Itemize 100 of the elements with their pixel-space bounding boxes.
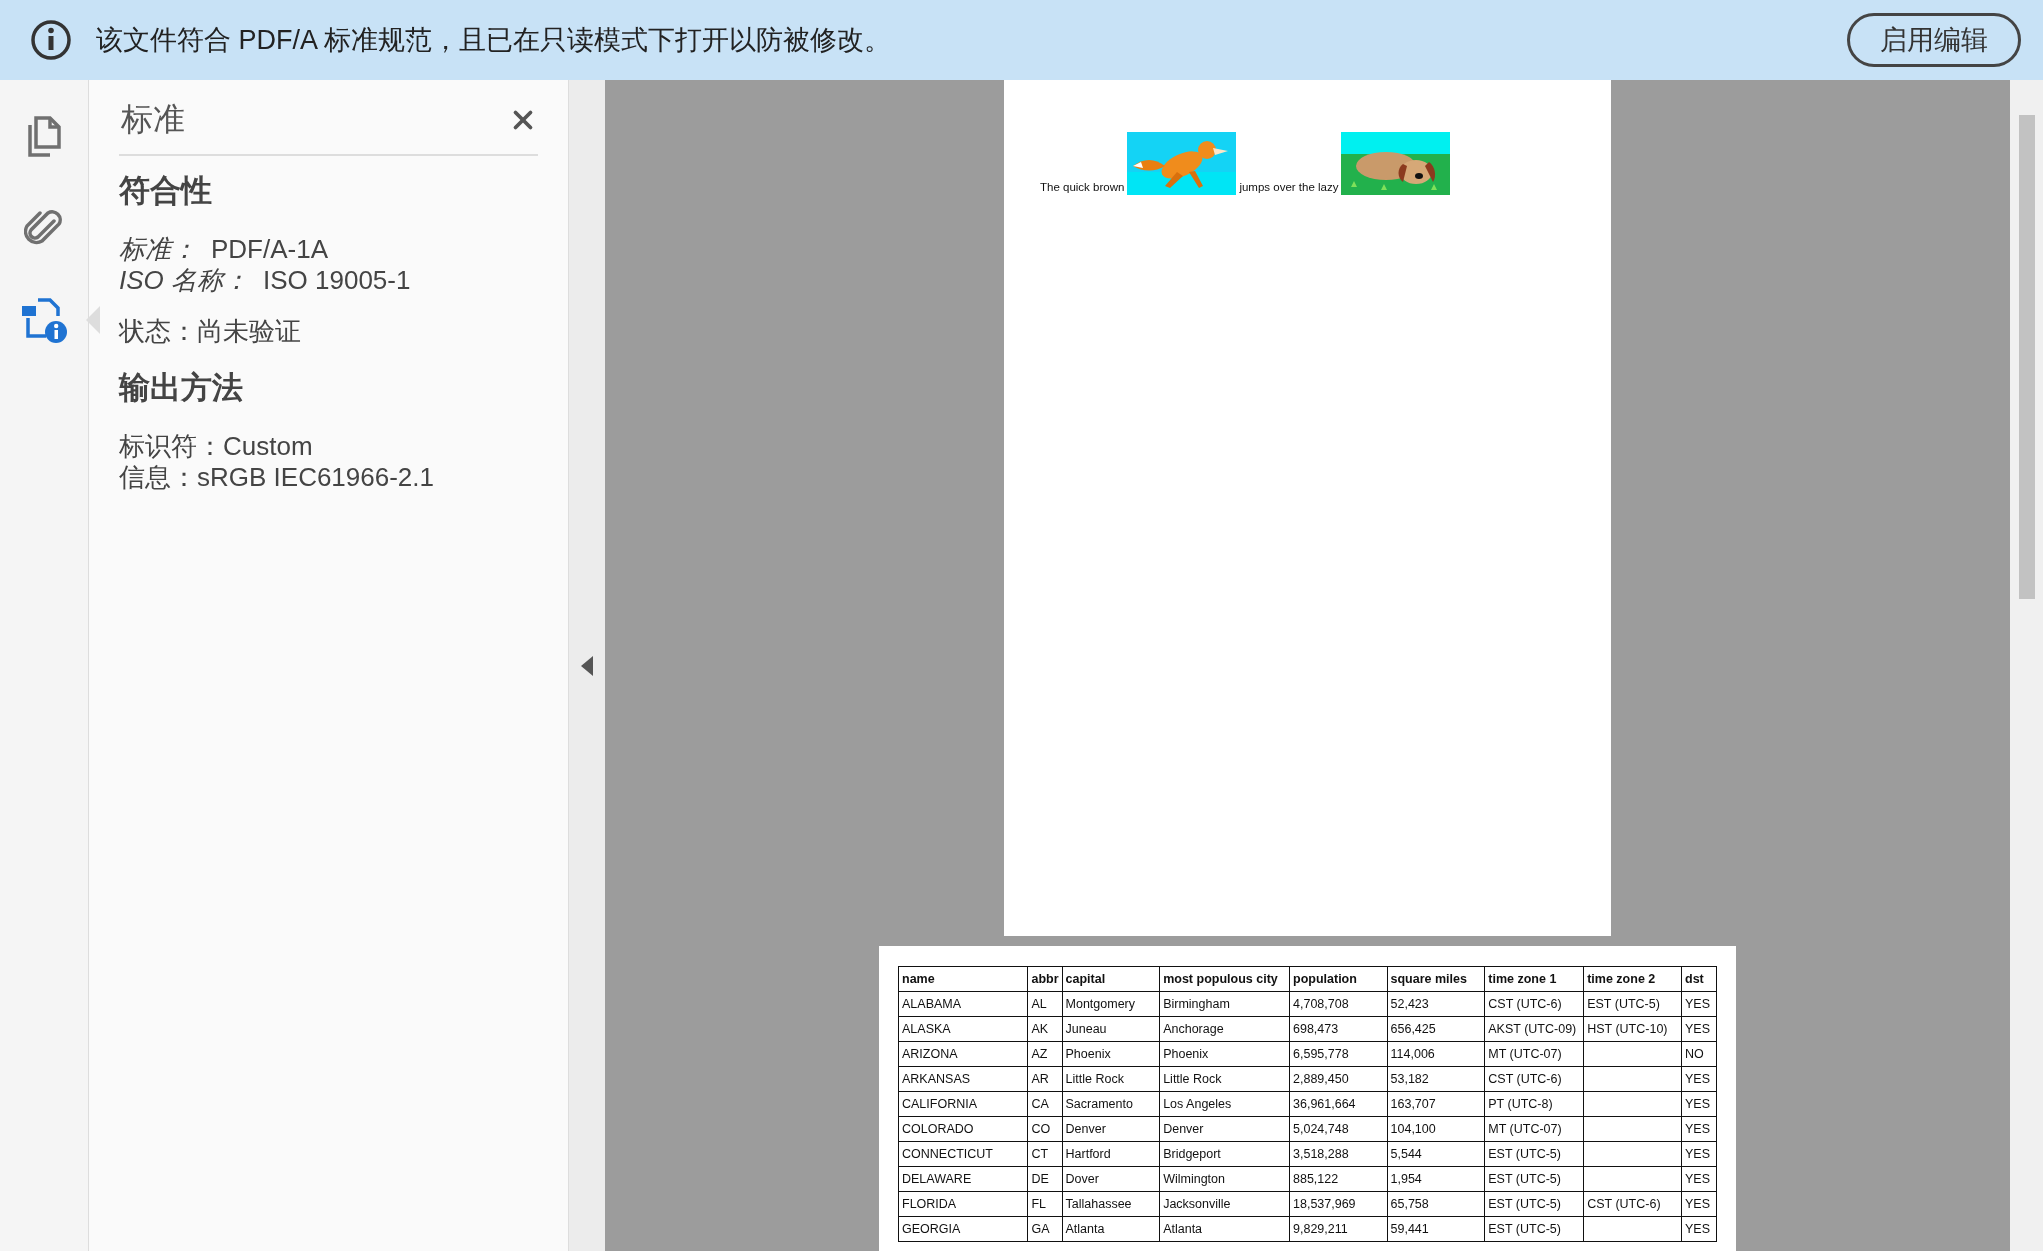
table-cell: YES [1681, 1091, 1717, 1117]
table-cell: Birmingham [1159, 991, 1290, 1017]
table-cell: MT (UTC-07) [1484, 1116, 1584, 1142]
table-cell: Los Angeles [1159, 1091, 1290, 1117]
table-cell: Montgomery [1062, 991, 1160, 1017]
table-cell: AZ [1027, 1041, 1063, 1067]
table-cell: 656,425 [1387, 1016, 1485, 1042]
table-cell: 4,708,708 [1289, 991, 1388, 1017]
table-cell: Phoenix [1159, 1041, 1290, 1067]
table-cell: HST (UTC-10) [1583, 1016, 1682, 1042]
column-header: square miles [1387, 966, 1485, 992]
table-cell: Atlanta [1159, 1216, 1290, 1242]
enable-editing-button[interactable]: 启用编辑 [1847, 13, 2021, 67]
table-cell: 53,182 [1387, 1066, 1485, 1092]
table-cell: 59,441 [1387, 1216, 1485, 1242]
table-cell: Dover [1062, 1166, 1160, 1192]
table-cell: Little Rock [1159, 1066, 1290, 1092]
column-header: capital [1062, 966, 1160, 992]
table-cell: Phoenix [1062, 1041, 1160, 1067]
table-cell: EST (UTC-5) [1484, 1216, 1584, 1242]
table-cell: GA [1027, 1216, 1063, 1242]
section-heading: 符合性 [119, 172, 213, 210]
column-header: time zone 1 [1484, 966, 1584, 992]
table-cell: 5,024,748 [1289, 1116, 1388, 1142]
table-cell: ARIZONA [898, 1041, 1028, 1067]
table-cell: Little Rock [1062, 1066, 1160, 1092]
table-cell: AKST (UTC-09) [1484, 1016, 1584, 1042]
table-cell: Hartford [1062, 1141, 1160, 1167]
table-cell: DELAWARE [898, 1166, 1028, 1192]
table-cell: CA [1027, 1091, 1063, 1117]
table-cell: Wilmington [1159, 1166, 1290, 1192]
document-text: The quick brown [1040, 181, 1125, 193]
property-label: 状态： [119, 316, 197, 347]
table-cell: PT (UTC-8) [1484, 1091, 1584, 1117]
table-cell: YES [1681, 1116, 1717, 1142]
column-header: abbr [1027, 966, 1063, 992]
table-cell: EST (UTC-5) [1484, 1166, 1584, 1192]
table-cell: 18,537,969 [1289, 1191, 1388, 1217]
table-cell: 5,544 [1387, 1141, 1485, 1167]
table-cell: EST (UTC-5) [1484, 1141, 1584, 1167]
scrollbar-thumb[interactable] [2018, 115, 2035, 599]
table-cell: 2,889,450 [1289, 1066, 1388, 1092]
scrollbar[interactable] [2010, 80, 2043, 1251]
table-cell: FL [1027, 1191, 1063, 1217]
table-cell: GEORGIA [898, 1216, 1028, 1242]
table-cell: YES [1681, 991, 1717, 1017]
table-cell: Denver [1159, 1116, 1290, 1142]
table-cell: YES [1681, 1166, 1717, 1192]
collapse-arrow-icon[interactable] [581, 655, 593, 676]
property-value: 尚未验证 [197, 316, 301, 347]
table-cell: FLORIDA [898, 1191, 1028, 1217]
table-cell: EST (UTC-5) [1484, 1191, 1584, 1217]
section-heading: 输出方法 [119, 369, 244, 407]
table-cell: CALIFORNIA [898, 1091, 1028, 1117]
property-value: sRGB IEC61966-2.1 [197, 462, 434, 493]
table-cell: CST (UTC-6) [1583, 1191, 1682, 1217]
table-cell: CST (UTC-6) [1484, 991, 1584, 1017]
table-cell: 6,595,778 [1289, 1041, 1388, 1067]
table-cell: 698,473 [1289, 1016, 1388, 1042]
table-cell: MT (UTC-07) [1484, 1041, 1584, 1067]
table-cell: 3,518,288 [1289, 1141, 1388, 1167]
table-cell: 9,829,211 [1289, 1216, 1388, 1242]
table-cell: CT [1027, 1141, 1063, 1167]
table-cell: 104,100 [1387, 1116, 1485, 1142]
table-cell: Sacramento [1062, 1091, 1160, 1117]
table-cell: Juneau [1062, 1016, 1160, 1042]
table-cell: Tallahassee [1062, 1191, 1160, 1217]
table-cell: DE [1027, 1166, 1063, 1192]
table-cell: ALABAMA [898, 991, 1028, 1017]
panel-title: 标准 [121, 100, 185, 139]
table-cell: EST (UTC-5) [1583, 991, 1682, 1017]
table-cell: Anchorage [1159, 1016, 1290, 1042]
property-value: PDF/A-1A [211, 234, 329, 265]
table-cell: NO [1681, 1041, 1717, 1067]
property-value: Custom [223, 431, 313, 462]
table-cell: AK [1027, 1016, 1063, 1042]
column-header: name [898, 966, 1028, 992]
table-cell: AL [1027, 991, 1063, 1017]
table-cell: ARKANSAS [898, 1066, 1028, 1092]
column-header: dst [1681, 966, 1717, 992]
property-label: ISO 名称： [119, 265, 249, 296]
table-cell: Bridgeport [1159, 1141, 1290, 1167]
banner-message: 该文件符合 PDF/A 标准规范，且已在只读模式下打开以防被修改。 [96, 24, 893, 57]
table-cell: 65,758 [1387, 1191, 1485, 1217]
column-header: population [1289, 966, 1388, 992]
table-cell: CST (UTC-6) [1484, 1066, 1584, 1092]
property-label: 标识符： [119, 431, 223, 462]
table-cell: Denver [1062, 1116, 1160, 1142]
table-cell: YES [1681, 1216, 1717, 1242]
table-cell: YES [1681, 1066, 1717, 1092]
table-cell: 163,707 [1387, 1091, 1485, 1117]
property-label: 标准： [119, 234, 197, 265]
table-cell: 36,961,664 [1289, 1091, 1388, 1117]
table-cell: YES [1681, 1016, 1717, 1042]
table-cell: ALASKA [898, 1016, 1028, 1042]
table-cell: CO [1027, 1116, 1063, 1142]
table-cell: AR [1027, 1066, 1063, 1092]
table-cell: YES [1681, 1191, 1717, 1217]
info-icon [30, 19, 72, 61]
table-cell: Jacksonville [1159, 1191, 1290, 1217]
